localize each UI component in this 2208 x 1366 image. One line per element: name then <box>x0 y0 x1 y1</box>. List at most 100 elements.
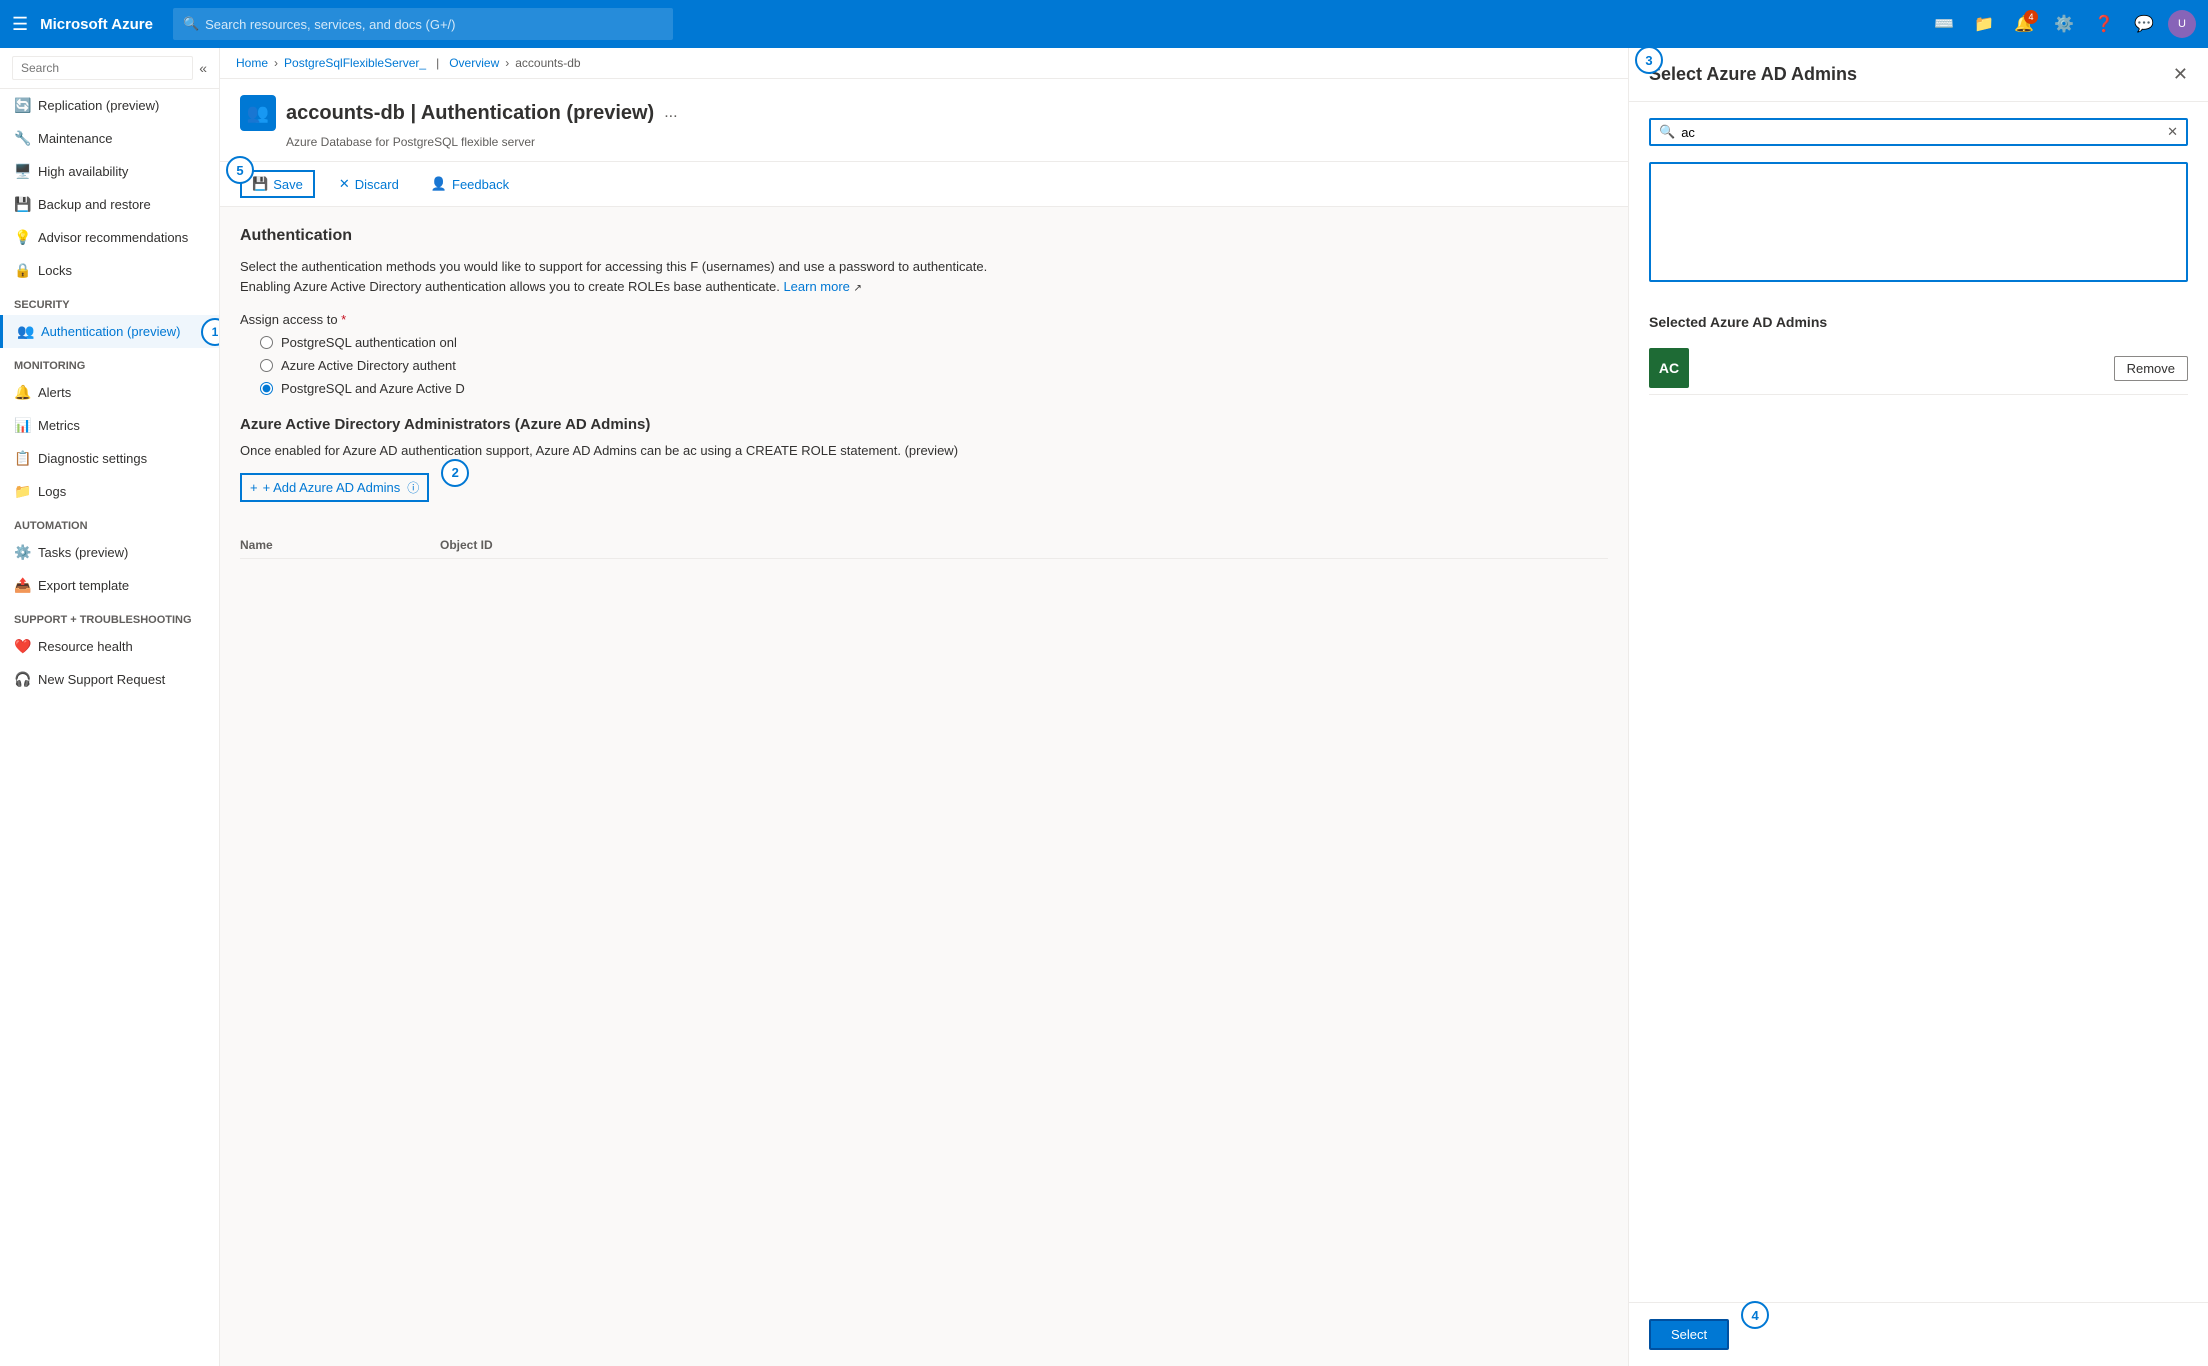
backup-icon: 💾 <box>14 196 30 213</box>
search-icon: 🔍 <box>183 16 199 32</box>
radio-pg-only[interactable]: PostgreSQL authentication onl <box>260 335 1608 350</box>
sidebar-item-diagnostic[interactable]: 📋 Diagnostic settings <box>0 442 219 475</box>
diagnostic-icon: 📋 <box>14 450 30 467</box>
sidebar-item-backup[interactable]: 💾 Backup and restore <box>0 188 219 221</box>
breadcrumb-overview[interactable]: Overview <box>449 56 499 70</box>
sidebar-item-replication[interactable]: 🔄 Replication (preview) <box>0 89 219 122</box>
radio-pg-only-input[interactable] <box>260 336 273 349</box>
step5-circle: 5 <box>226 156 254 184</box>
breadcrumb-home[interactable]: Home <box>236 56 268 70</box>
auth-description: Select the authentication methods you wo… <box>240 257 1608 296</box>
sidebar-item-advisor[interactable]: 💡 Advisor recommendations <box>0 221 219 254</box>
maintenance-icon: 🔧 <box>14 130 30 147</box>
tasks-icon: ⚙️ <box>14 544 30 561</box>
sidebar-item-locks[interactable]: 🔒 Locks <box>0 254 219 287</box>
sidebar-item-high-availability[interactable]: 🖥️ High availability <box>0 155 219 188</box>
top-navigation: ☰ Microsoft Azure 🔍 ⌨️ 📁 🔔 4 ⚙️ ❓ 💬 U <box>0 0 2208 48</box>
admin-item: AC Remove <box>1649 342 2188 395</box>
select-button[interactable]: Select <box>1649 1319 1729 1350</box>
monitoring-section-title: Monitoring <box>0 348 219 376</box>
app-layout: « 🔄 Replication (preview) 🔧 Maintenance … <box>0 48 2208 1366</box>
sidebar: « 🔄 Replication (preview) 🔧 Maintenance … <box>0 48 220 1366</box>
sidebar-item-label: Alerts <box>38 385 71 400</box>
global-search-bar[interactable]: 🔍 <box>173 8 673 40</box>
directory-icon[interactable]: 📁 <box>1968 8 2000 40</box>
sidebar-search-input[interactable] <box>12 56 193 80</box>
auth-section-title: Authentication <box>240 227 1608 245</box>
radio-aad-only-input[interactable] <box>260 359 273 372</box>
search-icon-panel: 🔍 <box>1659 124 1675 140</box>
support-icon: 🎧 <box>14 671 30 688</box>
sidebar-item-label: Tasks (preview) <box>38 545 128 560</box>
resource-title: accounts-db | Authentication (preview) <box>286 102 654 125</box>
sidebar-item-logs[interactable]: 📁 Logs <box>0 475 219 508</box>
sidebar-item-label: Export template <box>38 578 129 593</box>
global-search-input[interactable] <box>205 17 663 32</box>
more-options-icon[interactable]: ... <box>664 104 677 122</box>
notifications-icon[interactable]: 🔔 4 <box>2008 8 2040 40</box>
search-clear-icon[interactable]: ✕ <box>2167 124 2178 140</box>
ad-section-title: Azure Active Directory Administrators (A… <box>240 416 1608 433</box>
close-panel-button[interactable]: ✕ <box>2173 64 2188 85</box>
sidebar-item-authentication[interactable]: 👥 Authentication (preview) 1 <box>0 315 219 348</box>
save-icon: 💾 <box>252 176 268 192</box>
admin-avatar: AC <box>1649 348 1689 388</box>
logs-icon: 📁 <box>14 483 30 500</box>
ad-panel-header: 3 Select Azure AD Admins ✕ <box>1629 48 2208 102</box>
settings-icon[interactable]: ⚙️ <box>2048 8 2080 40</box>
select-azure-ad-admins-panel: 3 Select Azure AD Admins ✕ 🔍 ✕ Selected … <box>1628 48 2208 1366</box>
sidebar-item-label: Backup and restore <box>38 197 151 212</box>
sidebar-item-label: Authentication (preview) <box>41 324 180 339</box>
radio-both-input[interactable] <box>260 382 273 395</box>
sidebar-item-tasks[interactable]: ⚙️ Tasks (preview) <box>0 536 219 569</box>
resource-type-icon: 👥 <box>240 95 276 131</box>
sidebar-item-label: New Support Request <box>38 672 165 687</box>
feedback-button[interactable]: 👤 Feedback <box>423 172 517 196</box>
info-icon: ⓘ <box>407 479 419 496</box>
admins-table: Name Object ID <box>240 538 1608 559</box>
sidebar-item-resource-health[interactable]: ❤️ Resource health <box>0 630 219 663</box>
support-section-title: Support + troubleshooting <box>0 602 219 630</box>
name-column-header: Name <box>240 538 440 552</box>
discard-icon: ✕ <box>339 176 350 192</box>
help-icon[interactable]: ❓ <box>2088 8 2120 40</box>
radio-aad-only[interactable]: Azure Active Directory authent <box>260 358 1608 373</box>
assign-access-section: Assign access to * PostgreSQL authentica… <box>240 312 1608 396</box>
add-azure-ad-admins-button[interactable]: + + Add Azure AD Admins ⓘ <box>240 473 429 502</box>
high-availability-icon: 🖥️ <box>14 163 30 180</box>
sidebar-item-label: Logs <box>38 484 66 499</box>
sidebar-item-new-support[interactable]: 🎧 New Support Request <box>0 663 219 696</box>
radio-both[interactable]: PostgreSQL and Azure Active D <box>260 381 1608 396</box>
breadcrumb-db: accounts-db <box>515 56 580 70</box>
sidebar-item-label: High availability <box>38 164 128 179</box>
cloud-shell-icon[interactable]: ⌨️ <box>1928 8 1960 40</box>
step4-circle: 4 <box>1741 1301 1769 1329</box>
ad-description: Once enabled for Azure AD authentication… <box>240 441 1608 461</box>
resource-header: 👥 accounts-db | Authentication (preview)… <box>220 79 1628 162</box>
selected-admins-title: Selected Azure AD Admins <box>1649 314 2188 330</box>
collapse-sidebar-icon[interactable]: « <box>199 60 207 76</box>
breadcrumb-sep3: › <box>505 56 509 70</box>
ad-search-input[interactable] <box>1681 125 2167 140</box>
sidebar-item-metrics[interactable]: 📊 Metrics <box>0 409 219 442</box>
sidebar-item-export[interactable]: 📤 Export template <box>0 569 219 602</box>
step2-circle: 2 <box>441 459 469 487</box>
user-avatar[interactable]: U <box>2168 10 2196 38</box>
learn-more-link[interactable]: Learn more <box>783 279 849 294</box>
feedback-nav-icon[interactable]: 💬 <box>2128 8 2160 40</box>
resource-health-icon: ❤️ <box>14 638 30 655</box>
panel-title-row: 3 Select Azure AD Admins <box>1649 64 1857 85</box>
object-id-column-header: Object ID <box>440 538 640 552</box>
replication-icon: 🔄 <box>14 97 30 114</box>
ad-panel-title: Select Azure AD Admins <box>1649 64 1857 85</box>
discard-button[interactable]: ✕ Discard <box>331 172 407 196</box>
hamburger-menu[interactable]: ☰ <box>12 14 28 35</box>
remove-admin-button[interactable]: Remove <box>2114 356 2188 381</box>
sidebar-item-maintenance[interactable]: 🔧 Maintenance <box>0 122 219 155</box>
breadcrumb-sep2: | <box>436 56 439 70</box>
sidebar-item-alerts[interactable]: 🔔 Alerts <box>0 376 219 409</box>
radio-group: PostgreSQL authentication onl Azure Acti… <box>260 335 1608 396</box>
feedback-icon: 👤 <box>431 176 447 192</box>
export-icon: 📤 <box>14 577 30 594</box>
breadcrumb-server[interactable]: PostgreSqlFlexibleServer_ <box>284 56 426 70</box>
